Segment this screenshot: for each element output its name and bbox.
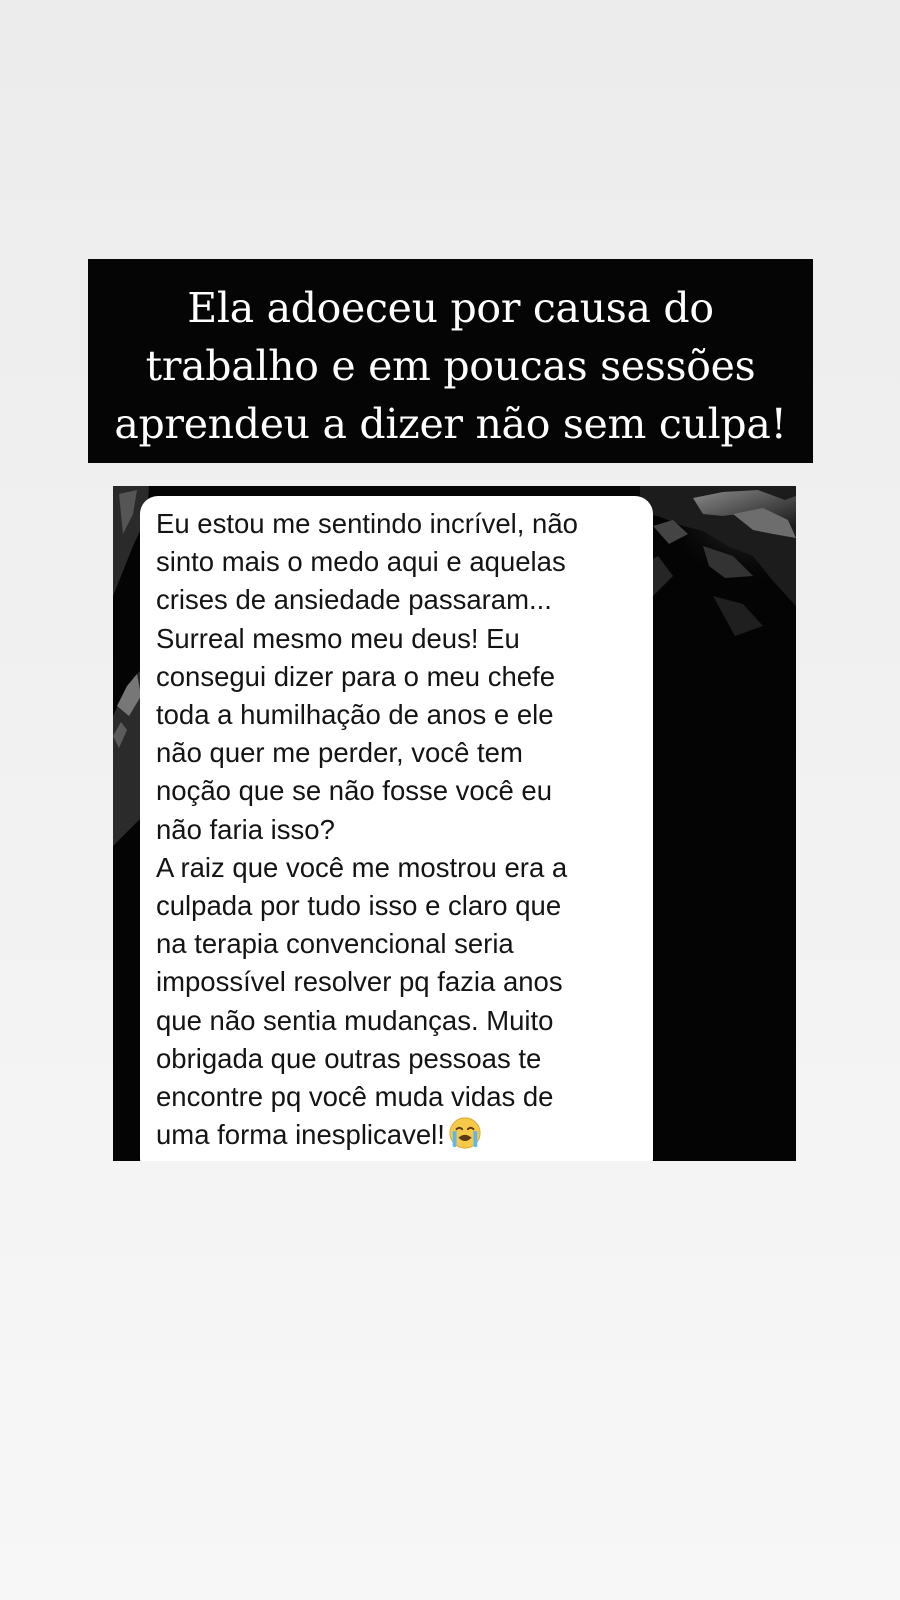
message-line: A raiz que você me mostrou era a: [156, 851, 568, 883]
message-line: consegui dizer para o meu chefe: [156, 660, 555, 692]
message-line: noção que se não fosse você eu: [156, 775, 552, 807]
message-line: encontre pq você muda vidas de: [156, 1081, 554, 1113]
message-line: impossível resolver pq fazia anos: [156, 966, 563, 998]
message-line: não faria isso?: [156, 813, 335, 845]
message-line-text: uma forma inesplicavel!: [156, 1119, 445, 1151]
headline-box: Ela adoeceu por causa do trabalho e em p…: [88, 259, 813, 463]
headline-line: aprendeu a dizer não sem culpa!: [114, 400, 787, 448]
message-line: crises de ansiedade passaram...: [156, 584, 552, 616]
message-line: obrigada que outras pessoas te: [156, 1042, 542, 1074]
headline-line: trabalho e em poucas sessões: [145, 342, 756, 390]
headline-line: Ela adoeceu por causa do: [187, 284, 714, 332]
message-last-line: uma forma inesplicavel!: [156, 1116, 643, 1154]
message-line: na terapia convencional seria: [156, 928, 514, 960]
message-line: não quer me perder, você tem: [156, 737, 523, 769]
chat-screenshot: Eu estou me sentindo incrível, não sinto…: [113, 486, 796, 1161]
crying-face-icon: [449, 1117, 481, 1149]
message-line: culpada por tudo isso e claro que: [156, 890, 562, 922]
message-line: Surreal mesmo meu deus! Eu: [156, 622, 520, 654]
message-line: Eu estou me sentindo incrível, não: [156, 508, 578, 539]
message-line: que não sentia mudanças. Muito: [156, 1004, 554, 1036]
message-line: sinto mais o medo aqui e aquelas: [156, 546, 566, 578]
message-line: toda a humilhação de anos e ele: [156, 699, 554, 731]
message-bubble: Eu estou me sentindo incrível, não sinto…: [140, 496, 653, 1161]
